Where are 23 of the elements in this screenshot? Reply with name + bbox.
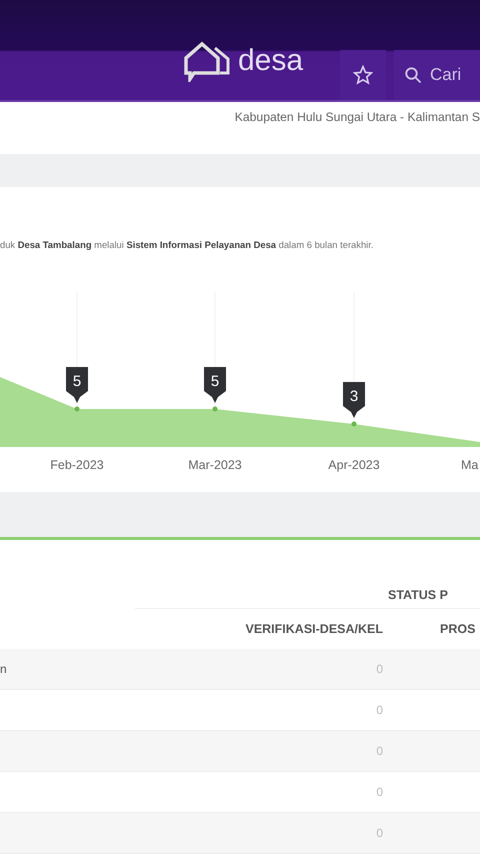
table-cell-text: 0 bbox=[375, 744, 383, 758]
chart-description: duk Desa Tambalang melalui Sistem Informasi Pelayanan Desa dalam 6 bulan terakhir. bbox=[0, 239, 374, 250]
axis-label: Apr-2023 bbox=[328, 458, 380, 472]
data-label: 3 bbox=[343, 382, 365, 418]
table-cell-text: 0 bbox=[375, 703, 383, 717]
data-label: 5 bbox=[66, 367, 88, 403]
location-text: Kabupaten Hulu Sungai Utara - Kalimantan S bbox=[234, 110, 480, 126]
table-cell-text: n bbox=[0, 662, 8, 676]
data-label: 5 bbox=[204, 367, 226, 403]
search-icon bbox=[404, 66, 422, 84]
column-header: VERIFIKASI-DESA/KEL bbox=[244, 622, 383, 636]
column-group-header: STATUS P bbox=[388, 588, 449, 602]
search-button[interactable]: Cari bbox=[394, 50, 480, 100]
table-cell-text: 0 bbox=[375, 662, 383, 676]
star-icon bbox=[353, 65, 373, 85]
axis-label: Mar-2023 bbox=[188, 458, 242, 472]
favorite-button[interactable] bbox=[340, 50, 386, 100]
column-header: PROS bbox=[439, 622, 476, 636]
table-cell-text: 0 bbox=[375, 826, 383, 840]
axis-label: Ma bbox=[461, 458, 478, 472]
logo-text: desa bbox=[238, 46, 304, 76]
table-cell-text: 0 bbox=[375, 785, 383, 799]
axis-label: Feb-2023 bbox=[50, 458, 104, 472]
